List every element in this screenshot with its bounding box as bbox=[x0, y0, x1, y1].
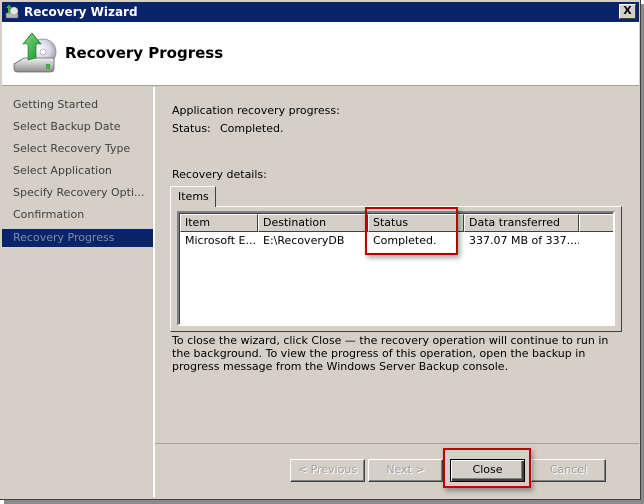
sidebar-item-select-backup-date: Select Backup Date bbox=[13, 120, 121, 133]
cell-item: Microsoft E... bbox=[185, 234, 256, 247]
window-shadow-bottom bbox=[4, 500, 644, 504]
wizard-header: Recovery Progress bbox=[2, 22, 639, 86]
close-window-button[interactable]: X bbox=[619, 4, 636, 19]
sidebar-item-recovery-progress: Recovery Progress bbox=[2, 229, 153, 247]
cell-status: Completed. bbox=[373, 234, 437, 247]
column-header-data-transferred[interactable]: Data transferred bbox=[464, 214, 579, 232]
close-instructions-text: To close the wizard, click Close — the r… bbox=[172, 334, 609, 373]
table-row[interactable]: Microsoft E... E:\RecoveryDB Completed. … bbox=[180, 233, 579, 249]
sidebar-item-select-application: Select Application bbox=[13, 164, 112, 177]
previous-button[interactable]: < Previous bbox=[290, 459, 365, 482]
sidebar-item-select-recovery-type: Select Recovery Type bbox=[13, 142, 131, 155]
backup-restore-disk-icon bbox=[10, 28, 62, 80]
button-bar-divider bbox=[155, 443, 639, 444]
title-bar: Recovery Wizard X bbox=[2, 2, 639, 22]
recovery-details-label: Recovery details: bbox=[172, 168, 267, 181]
window-title: Recovery Wizard bbox=[24, 5, 138, 19]
cell-data-transferred: 337.07 MB of 337.... bbox=[469, 234, 579, 247]
list-header: Item Destination Status Data transferred bbox=[180, 214, 613, 232]
column-header-status[interactable]: Status bbox=[368, 214, 464, 232]
status-label: Status: bbox=[172, 122, 211, 135]
sidebar-item-confirmation: Confirmation bbox=[13, 208, 85, 221]
sidebar-item-specify-recovery-options: Specify Recovery Opti... bbox=[13, 186, 145, 199]
progress-label: Application recovery progress: bbox=[172, 104, 340, 117]
wizard-app-icon bbox=[4, 4, 20, 20]
column-header-filler bbox=[579, 214, 613, 232]
column-header-destination[interactable]: Destination bbox=[258, 214, 368, 232]
column-header-item[interactable]: Item bbox=[180, 214, 258, 232]
tab-items[interactable]: Items bbox=[170, 186, 216, 207]
status-value: Completed. bbox=[220, 122, 284, 135]
sidebar-item-getting-started: Getting Started bbox=[13, 98, 99, 111]
cell-destination: E:\RecoveryDB bbox=[263, 234, 345, 247]
sidebar-divider bbox=[153, 87, 155, 497]
page-title: Recovery Progress bbox=[65, 44, 224, 62]
recovery-items-list[interactable]: Item Destination Status Data transferred… bbox=[177, 211, 615, 326]
recovery-wizard-window: Recovery Wizard X Recovery Progress Gett… bbox=[0, 0, 641, 500]
close-button[interactable]: Close bbox=[450, 459, 525, 482]
next-button[interactable]: Next > bbox=[368, 459, 443, 482]
cancel-button[interactable]: Cancel bbox=[531, 459, 606, 482]
